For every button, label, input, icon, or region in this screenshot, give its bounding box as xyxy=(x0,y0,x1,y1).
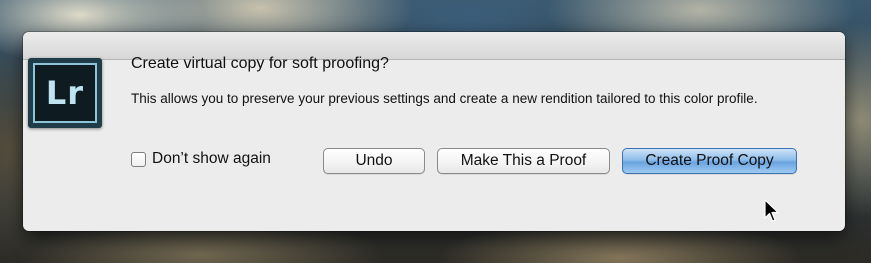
lightroom-app-icon: Lr xyxy=(28,58,102,128)
app-icon-label: Lr xyxy=(33,63,97,123)
create-proof-copy-button[interactable]: Create Proof Copy xyxy=(622,148,797,174)
dont-show-again-checkbox[interactable] xyxy=(131,151,146,167)
dialog-message: This allows you to preserve your previou… xyxy=(131,91,758,106)
arrow-cursor-icon xyxy=(764,199,779,222)
undo-button[interactable]: Undo xyxy=(323,148,425,174)
dialog-heading: Create virtual copy for soft proofing? xyxy=(131,55,389,72)
dont-show-again-option[interactable]: Don’t show again xyxy=(131,150,271,168)
dont-show-again-label[interactable]: Don’t show again xyxy=(152,150,271,168)
make-this-a-proof-button[interactable]: Make This a Proof xyxy=(437,148,610,174)
